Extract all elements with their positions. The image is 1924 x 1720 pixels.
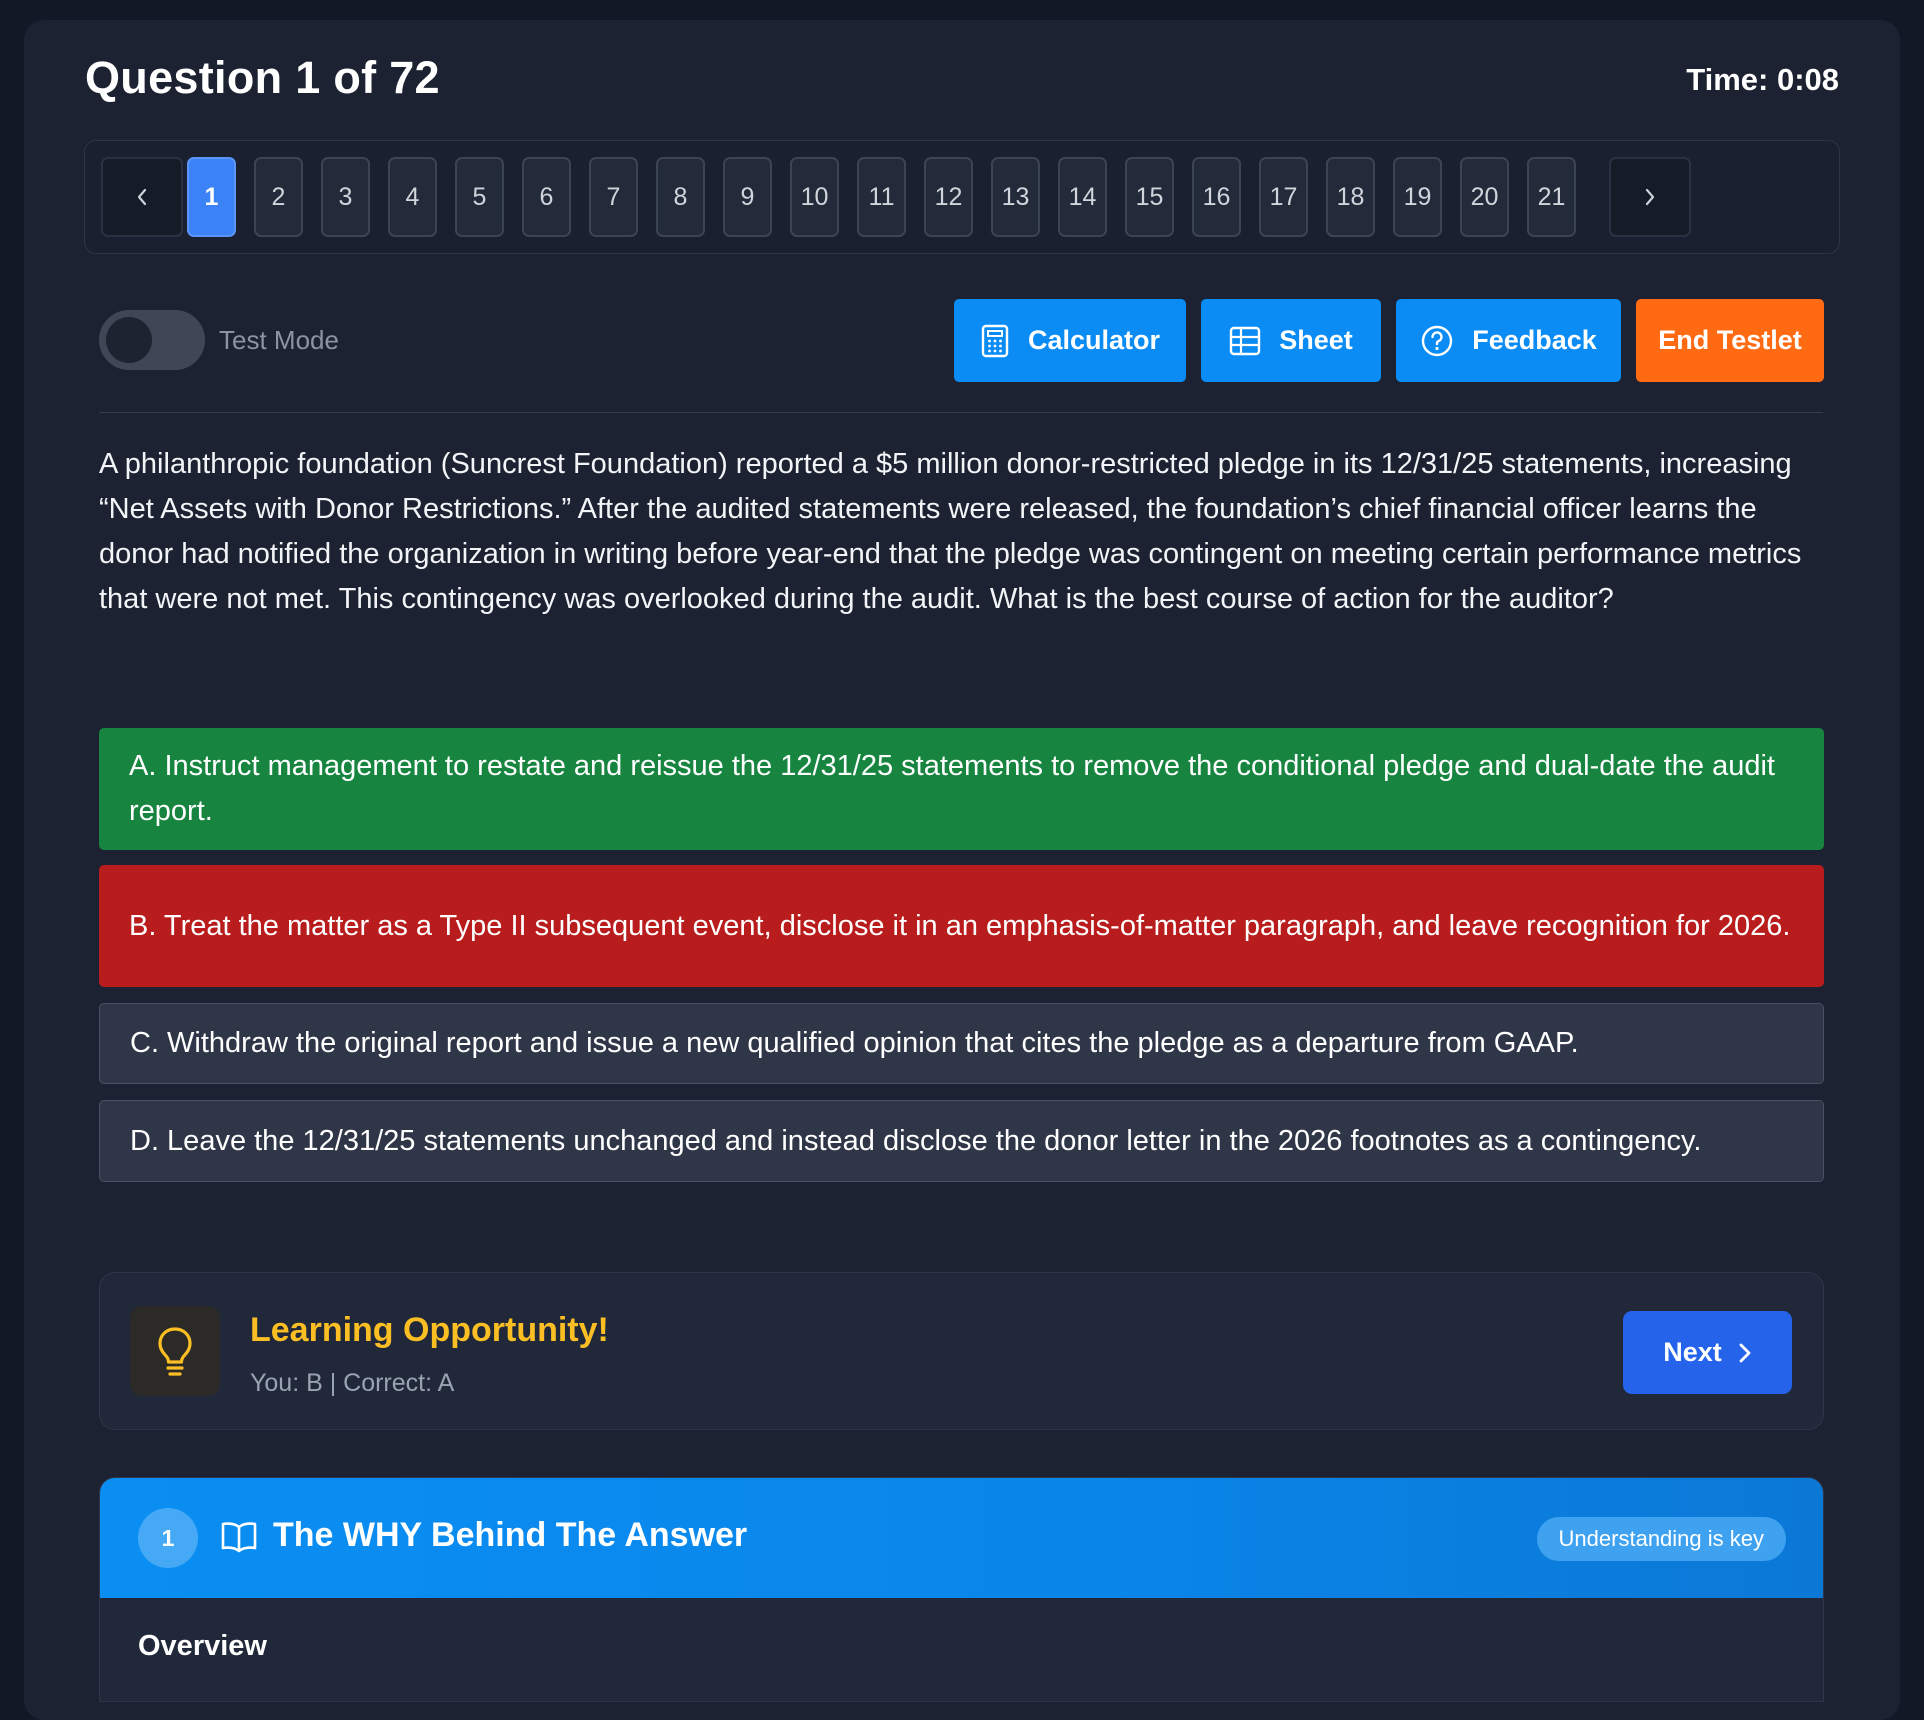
explanation-card: 1 The WHY Behind The Answer Understandin… <box>99 1477 1824 1702</box>
page-button-20[interactable]: 20 <box>1460 157 1509 237</box>
calculator-icon <box>981 324 1009 357</box>
answer-choice-b[interactable]: B. Treat the matter as a Type II subsequ… <box>99 865 1824 987</box>
page-button-21[interactable]: 21 <box>1527 157 1576 237</box>
page-button-4[interactable]: 4 <box>388 157 437 237</box>
toolbar-divider <box>99 412 1823 413</box>
prev-page-button[interactable] <box>101 157 183 237</box>
page-button-16[interactable]: 16 <box>1192 157 1241 237</box>
understanding-badge: Understanding is key <box>1536 1517 1786 1561</box>
next-label: Next <box>1663 1337 1722 1367</box>
feedback-label: Feedback <box>1472 325 1597 355</box>
help-circle-icon <box>1422 325 1453 356</box>
answer-choice-a[interactable]: A. Instruct management to restate and re… <box>99 728 1824 850</box>
page-button-11[interactable]: 11 <box>857 157 906 237</box>
question-text: A philanthropic foundation (Suncrest Fou… <box>99 448 1802 615</box>
calculator-label: Calculator <box>1027 325 1161 355</box>
spreadsheet-icon <box>1230 326 1261 355</box>
page-button-17[interactable]: 17 <box>1259 157 1308 237</box>
toggle-knob <box>106 317 152 363</box>
calculator-button[interactable]: Calculator <box>954 299 1186 382</box>
page-button-3[interactable]: 3 <box>321 157 370 237</box>
test-mode-label: Test Mode <box>219 325 339 355</box>
end-testlet-button[interactable]: End Testlet <box>1636 299 1824 382</box>
feedback-button[interactable]: Feedback <box>1396 299 1621 382</box>
chevron-right-icon <box>1645 188 1655 206</box>
page-button-15[interactable]: 15 <box>1125 157 1174 237</box>
page-button-5[interactable]: 5 <box>455 157 504 237</box>
test-mode-toggle[interactable] <box>99 310 205 370</box>
sheet-label: Sheet <box>1279 325 1353 355</box>
page-button-2[interactable]: 2 <box>254 157 303 237</box>
result-card: Learning Opportunity! You: B | Correct: … <box>99 1272 1824 1430</box>
page-button-18[interactable]: 18 <box>1326 157 1375 237</box>
lightbulb-icon <box>158 1327 192 1376</box>
sheet-button[interactable]: Sheet <box>1201 299 1381 382</box>
page-button-13[interactable]: 13 <box>991 157 1040 237</box>
page-button-8[interactable]: 8 <box>656 157 705 237</box>
answer-choice-d[interactable]: D. Leave the 12/31/25 statements unchang… <box>99 1100 1824 1182</box>
result-title: Learning Opportunity! <box>250 1311 609 1349</box>
page-button-9[interactable]: 9 <box>723 157 772 237</box>
chevron-right-icon <box>1739 1343 1751 1362</box>
page-title: Question 1 of 72 <box>85 52 440 103</box>
overview-heading: Overview <box>138 1630 267 1662</box>
result-subtitle: You: B | Correct: A <box>250 1369 455 1397</box>
result-icon-tile <box>130 1306 220 1396</box>
step-number-badge: 1 <box>138 1508 198 1568</box>
explanation-title: The WHY Behind The Answer <box>273 1516 748 1554</box>
book-open-icon <box>220 1521 258 1558</box>
timer: Time: 0:08 <box>1686 62 1839 97</box>
page-button-6[interactable]: 6 <box>522 157 571 237</box>
answer-choice-c[interactable]: C. Withdraw the original report and issu… <box>99 1003 1824 1084</box>
next-button[interactable]: Next <box>1623 1311 1792 1394</box>
page-button-1[interactable]: 1 <box>187 157 236 237</box>
page-button-14[interactable]: 14 <box>1058 157 1107 237</box>
page-button-19[interactable]: 19 <box>1393 157 1442 237</box>
page-button-10[interactable]: 10 <box>790 157 839 237</box>
page-button-12[interactable]: 12 <box>924 157 973 237</box>
page-button-7[interactable]: 7 <box>589 157 638 237</box>
next-page-button[interactable] <box>1609 157 1691 237</box>
question-pager: 1 2 3 4 5 6 7 8 9 10 11 12 13 14 15 16 1… <box>84 140 1840 254</box>
chevron-left-icon <box>137 188 147 206</box>
explanation-header: 1 The WHY Behind The Answer Understandin… <box>100 1478 1823 1598</box>
